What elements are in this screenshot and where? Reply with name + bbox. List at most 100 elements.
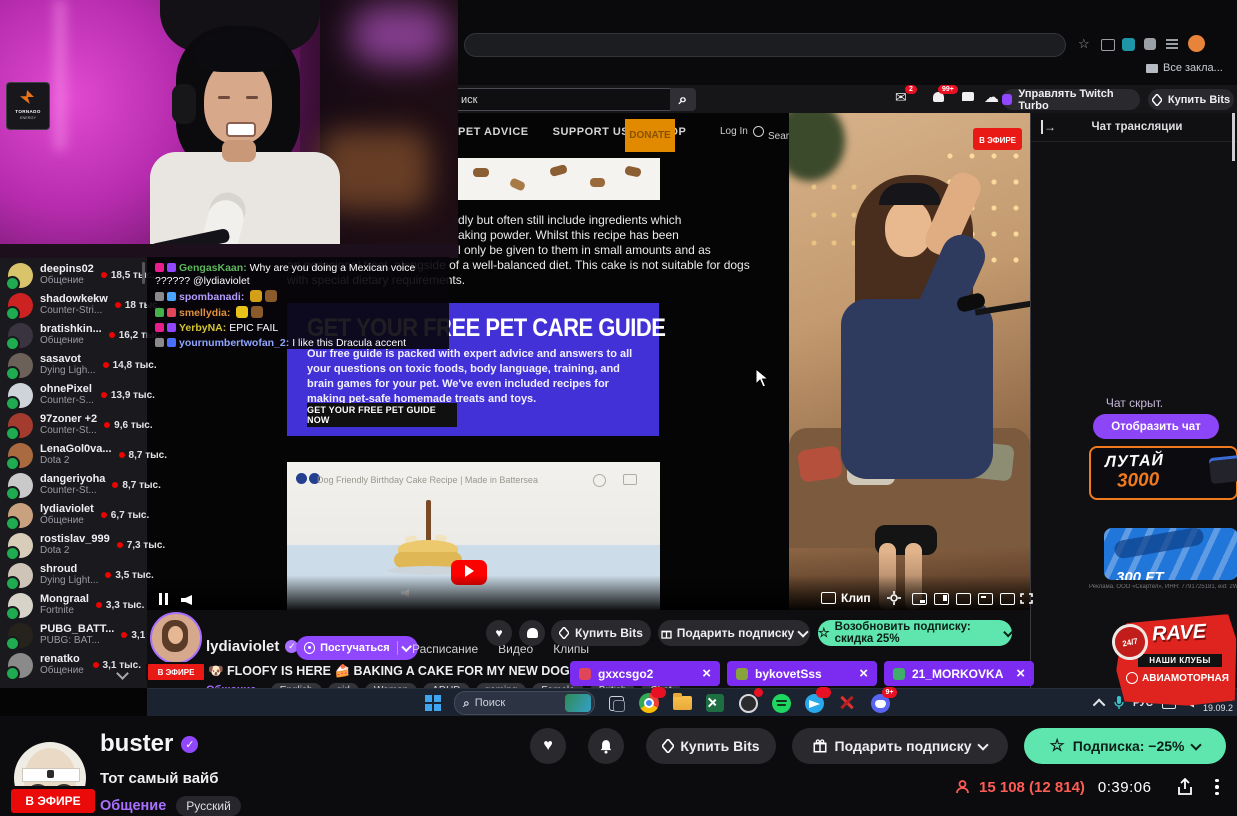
inner-buy-bits-button[interactable]: Купить Bits	[551, 620, 651, 646]
inner-notify-bell-button[interactable]	[519, 620, 545, 646]
file-explorer-icon[interactable]	[670, 691, 694, 718]
tray-expand-chevron-icon[interactable]	[1092, 698, 1106, 711]
settings-gear-icon[interactable]	[887, 591, 901, 605]
chat-badge-icon	[167, 308, 176, 317]
notification-chip[interactable]: 21_MORKOVKA	[884, 661, 1034, 686]
gift-chevron-icon[interactable]	[977, 738, 990, 751]
squad-view-icon[interactable]	[956, 593, 971, 605]
stats-icon[interactable]	[1000, 593, 1015, 605]
sidebar-channel-row[interactable]: dangeriyoha Counter-St... 8,7 тыс.	[0, 470, 161, 501]
browser-profile-avatar[interactable]	[1188, 35, 1205, 52]
bottom-channel-name[interactable]: buster	[100, 730, 173, 758]
chrome-icon[interactable]	[637, 687, 666, 718]
chip-close-icon[interactable]	[1016, 665, 1025, 682]
task-view-button[interactable]	[604, 691, 628, 715]
inner-search-input[interactable]: иск	[455, 88, 671, 111]
drops-icon[interactable]	[984, 88, 999, 106]
discord-icon[interactable]: 9+	[868, 687, 897, 718]
pet-site-nav-link[interactable]: SUPPORT US	[553, 126, 630, 138]
sidebar-channel-row[interactable]: PUBG_BATT... PUBG: BAT... 3,1 тыс.	[0, 620, 170, 651]
red-x-app-icon[interactable]	[835, 691, 859, 718]
buy-bits-button[interactable]: Купить Bits	[646, 728, 776, 764]
bottom-lang-tag[interactable]: Русский	[176, 796, 241, 816]
chip-close-icon[interactable]	[702, 665, 711, 682]
fullscreen-icon[interactable]	[1020, 593, 1033, 604]
pet-guide-button[interactable]: GET YOUR FREE PET GUIDE NOW	[307, 403, 457, 427]
sidebar-channel-row[interactable]: shroud Dying Light... 3,5 тыс.	[0, 560, 154, 591]
follow-dropdown-chevron-icon[interactable]	[400, 641, 412, 652]
taskbar-search-box[interactable]: Поиск	[454, 691, 595, 715]
more-options-kebab-icon[interactable]	[1215, 778, 1219, 796]
donate-button[interactable]: DONATE	[625, 119, 675, 152]
bookmarks-bar[interactable]: Все закла...	[1146, 62, 1223, 74]
channel-nav-link[interactable]: Расписание	[412, 642, 478, 656]
theatre-mode-icon[interactable]	[934, 593, 949, 605]
resub-discount-button[interactable]: Возобновить подписку: скидка 25%	[818, 620, 1014, 646]
sidebar-channel-row[interactable]: 97zoner +2 Counter-St... 9,6 тыс.	[0, 410, 153, 441]
notify-bell-button[interactable]	[588, 728, 624, 764]
volume-muted-icon[interactable]	[181, 595, 192, 605]
sidebar-channel-row[interactable]: lydiaviolet Общение 6,7 тыс.	[0, 500, 149, 531]
subscribe-chevron-icon[interactable]	[1190, 738, 1203, 751]
sidebar-channel-row[interactable]: bratishkin... Общение 16,2 тыс.	[0, 320, 163, 351]
metro-icon	[1126, 672, 1138, 684]
rave-club-banner[interactable]: RAVE НАШИ КЛУБЫ АВИАМОТОРНАЯ 24/7	[1108, 616, 1237, 706]
popout-icon[interactable]	[978, 593, 993, 605]
blue-banner-text: 300 FT	[1116, 569, 1164, 580]
sidebar-channel-row[interactable]: rostislav_999 Dota 2 7,3 тыс.	[0, 530, 165, 561]
pet-site-login[interactable]: Log In	[720, 126, 764, 137]
sidebar-channel-row[interactable]: deepins02 Общение 18,5 тыс.	[0, 260, 155, 291]
sidebar-channel-row[interactable]: shadowkekw Counter-Stri... 18 тыс.	[0, 290, 161, 321]
inner-channel-avatar[interactable]	[150, 612, 202, 664]
chip-close-icon[interactable]	[859, 665, 868, 682]
sidebar-scrollbar[interactable]	[142, 262, 145, 284]
whispers-icon[interactable]	[962, 92, 974, 101]
gift-sub-button[interactable]: Подарить подписку	[792, 728, 1008, 764]
collapse-chat-icon[interactable]	[1041, 120, 1056, 134]
browser-menu-icon[interactable]	[1166, 39, 1178, 41]
start-button[interactable]	[421, 691, 445, 715]
show-chat-button[interactable]: Отобразить чат	[1093, 414, 1219, 439]
inner-channel-name[interactable]: lydiaviolet	[206, 638, 279, 655]
browser-scrollbar[interactable]	[1232, 113, 1235, 161]
pip-icon[interactable]	[912, 593, 927, 605]
follow-heart-button[interactable]	[530, 728, 566, 764]
pet-site-nav-link[interactable]: PET ADVICE	[458, 126, 529, 138]
inner-search-button[interactable]	[670, 88, 696, 111]
chat-username: yournumbertwofan_2:	[179, 337, 290, 349]
sidebar-channel-row[interactable]: ohnePixel Counter-S... 13,9 тыс.	[0, 380, 155, 411]
telegram-icon[interactable]	[802, 687, 831, 718]
bottom-category-link[interactable]: Общение	[100, 798, 166, 814]
header-buy-bits-button[interactable]: Купить Bits	[1148, 89, 1234, 110]
split-tab-icon[interactable]	[1101, 39, 1115, 51]
pause-button[interactable]	[159, 593, 168, 605]
watch-later-icon[interactable]	[593, 474, 606, 487]
share-icon[interactable]	[1176, 778, 1194, 796]
extension-badge-icon[interactable]	[1122, 38, 1135, 51]
spotify-icon[interactable]	[769, 691, 793, 718]
search-highlight-image[interactable]	[565, 694, 591, 712]
channel-name: renatko	[40, 653, 80, 665]
inner-gift-sub-button[interactable]: Подарить подписку	[658, 620, 810, 646]
notification-chip[interactable]: bykovetSss	[727, 661, 877, 686]
extensions-puzzle-icon[interactable]	[1144, 38, 1156, 50]
sidebar-channel-row[interactable]: sasavot Dying Ligh... 14,8 тыс.	[0, 350, 157, 381]
bookmark-star-icon[interactable]	[1078, 36, 1090, 52]
share-arrow-icon[interactable]	[623, 474, 637, 485]
gift-dropdown-chevron-icon[interactable]	[797, 625, 809, 638]
excel-icon[interactable]	[703, 691, 727, 718]
sidebar-channel-row[interactable]: Mongraal Fortnite 3,3 тыс.	[0, 590, 147, 621]
notification-chip[interactable]: gxxcsgo2	[570, 661, 720, 686]
obs-icon[interactable]	[736, 688, 763, 718]
clip-button[interactable]: Клип	[821, 591, 871, 605]
sidebar-channel-row[interactable]: LenaGol0va... Dota 2 8,7 тыс.	[0, 440, 167, 471]
loot-banner[interactable]: ЛУТАЙ 3000	[1089, 446, 1237, 500]
turbo-button[interactable]: Управлять Twitch Turbo	[1002, 88, 1140, 112]
blue-promo-banner[interactable]: 300 FT	[1104, 528, 1237, 580]
channel-status-badge	[5, 275, 20, 291]
browser-address-bar[interactable]	[464, 33, 1066, 57]
follow-button[interactable]: Постучаться	[296, 636, 418, 660]
inner-follow-heart-button[interactable]	[486, 620, 512, 646]
subscribe-discount-button[interactable]: Подписка: −25%	[1024, 728, 1226, 764]
pet-site-search[interactable]: Searc	[768, 126, 790, 144]
